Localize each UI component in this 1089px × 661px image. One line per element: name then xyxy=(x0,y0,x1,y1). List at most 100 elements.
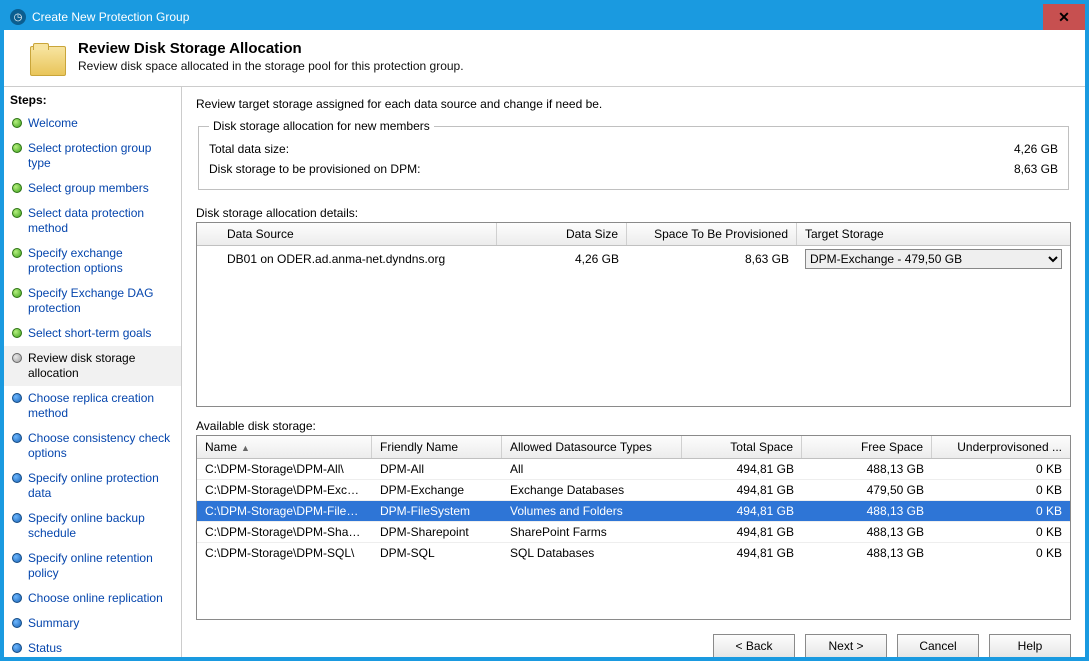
wizard-header: Review Disk Storage Allocation Review di… xyxy=(4,30,1085,87)
step-bullet-icon xyxy=(12,288,22,298)
steps-title: Steps: xyxy=(4,89,181,111)
intro-text: Review target storage assigned for each … xyxy=(196,97,1071,111)
step-item-7[interactable]: Review disk storage allocation xyxy=(4,346,181,386)
available-friendly: DPM-Sharepoint xyxy=(372,522,502,542)
close-button[interactable]: ✕ xyxy=(1043,4,1085,30)
step-label: Review disk storage allocation xyxy=(28,351,175,381)
provision-label: Disk storage to be provisioned on DPM: xyxy=(209,162,420,176)
step-bullet-icon xyxy=(12,143,22,153)
details-header-source[interactable]: Data Source xyxy=(197,223,497,245)
details-header-size[interactable]: Data Size xyxy=(497,223,627,245)
step-item-0[interactable]: Welcome xyxy=(4,111,181,136)
step-item-10[interactable]: Specify online protection data xyxy=(4,466,181,506)
available-grid: Name▲ Friendly Name Allowed Datasource T… xyxy=(196,435,1071,620)
step-bullet-icon xyxy=(12,553,22,563)
details-target-cell: DPM-Exchange - 479,50 GB xyxy=(797,246,1070,272)
available-friendly: DPM-FileSystem xyxy=(372,501,502,521)
provision-value: 8,63 GB xyxy=(978,162,1058,176)
back-button[interactable]: < Back xyxy=(713,634,795,657)
available-name: C:\DPM-Storage\DPM-All\ xyxy=(197,459,372,479)
available-header-types[interactable]: Allowed Datasource Types xyxy=(502,436,682,458)
cancel-button[interactable]: Cancel xyxy=(897,634,979,657)
step-label: Select protection group type xyxy=(28,141,175,171)
step-label: Choose online replication xyxy=(28,591,163,606)
available-free: 488,13 GB xyxy=(802,543,932,563)
page-subtitle: Review disk space allocated in the stora… xyxy=(78,59,464,73)
step-label: Specify Exchange DAG protection xyxy=(28,286,175,316)
step-label: Specify exchange protection options xyxy=(28,246,175,276)
available-friendly: DPM-All xyxy=(372,459,502,479)
available-row[interactable]: C:\DPM-Storage\DPM-SQL\DPM-SQLSQL Databa… xyxy=(197,543,1070,563)
details-grid: Data Source Data Size Space To Be Provis… xyxy=(196,222,1071,407)
available-total: 494,81 GB xyxy=(682,459,802,479)
available-name: C:\DPM-Storage\DPM-SQL\ xyxy=(197,543,372,563)
step-item-9[interactable]: Choose consistency check options xyxy=(4,426,181,466)
target-storage-select[interactable]: DPM-Exchange - 479,50 GB xyxy=(805,249,1062,269)
available-row[interactable]: C:\DPM-Storage\DPM-Sharepoi...DPM-Sharep… xyxy=(197,522,1070,543)
available-friendly: DPM-SQL xyxy=(372,543,502,563)
step-item-15[interactable]: Status xyxy=(4,636,181,657)
step-item-8[interactable]: Choose replica creation method xyxy=(4,386,181,426)
step-bullet-icon xyxy=(12,393,22,403)
window-title: Create New Protection Group xyxy=(32,10,189,24)
next-button[interactable]: Next > xyxy=(805,634,887,657)
available-types: SQL Databases xyxy=(502,543,682,563)
step-bullet-icon xyxy=(12,618,22,628)
steps-sidebar: Steps: Welcome Select protection group ty… xyxy=(4,87,182,657)
available-friendly: DPM-Exchange xyxy=(372,480,502,500)
titlebar: ◷ Create New Protection Group ✕ xyxy=(4,4,1085,30)
available-header-under[interactable]: Underprovisoned ... xyxy=(932,436,1070,458)
available-types: SharePoint Farms xyxy=(502,522,682,542)
details-header-target[interactable]: Target Storage xyxy=(797,223,1070,245)
available-name: C:\DPM-Storage\DPM-Sharepoi... xyxy=(197,522,372,542)
total-size-value: 4,26 GB xyxy=(978,142,1058,156)
step-label: Select group members xyxy=(28,181,149,196)
step-label: Specify online backup schedule xyxy=(28,511,175,541)
step-label: Summary xyxy=(28,616,79,631)
step-item-1[interactable]: Select protection group type xyxy=(4,136,181,176)
folder-icon xyxy=(30,46,66,76)
available-types: Volumes and Folders xyxy=(502,501,682,521)
available-header-friendly[interactable]: Friendly Name xyxy=(372,436,502,458)
main-panel: Review target storage assigned for each … xyxy=(182,87,1085,657)
step-bullet-icon xyxy=(12,513,22,523)
details-label: Disk storage allocation details: xyxy=(196,206,1071,220)
available-label: Available disk storage: xyxy=(196,419,1071,433)
step-label: Select data protection method xyxy=(28,206,175,236)
total-size-label: Total data size: xyxy=(209,142,289,156)
available-free: 488,13 GB xyxy=(802,522,932,542)
available-name: C:\DPM-Storage\DPM-FileSyste... xyxy=(197,501,372,521)
help-button[interactable]: Help xyxy=(989,634,1071,657)
available-row[interactable]: C:\DPM-Storage\DPM-FileSyste...DPM-FileS… xyxy=(197,501,1070,522)
step-bullet-icon xyxy=(12,183,22,193)
step-item-3[interactable]: Select data protection method xyxy=(4,201,181,241)
available-under: 0 KB xyxy=(932,480,1070,500)
details-header-prov[interactable]: Space To Be Provisioned xyxy=(627,223,797,245)
step-label: Choose consistency check options xyxy=(28,431,175,461)
available-header-name[interactable]: Name▲ xyxy=(197,436,372,458)
step-item-4[interactable]: Specify exchange protection options xyxy=(4,241,181,281)
details-row[interactable]: DB01 on ODER.ad.anma-net.dyndns.org4,26 … xyxy=(197,246,1070,272)
allocation-legend: Disk storage allocation for new members xyxy=(209,119,434,133)
step-item-6[interactable]: Select short-term goals xyxy=(4,321,181,346)
available-under: 0 KB xyxy=(932,543,1070,563)
step-bullet-icon xyxy=(12,643,22,653)
available-row[interactable]: C:\DPM-Storage\DPM-All\DPM-AllAll494,81 … xyxy=(197,459,1070,480)
step-item-2[interactable]: Select group members xyxy=(4,176,181,201)
available-under: 0 KB xyxy=(932,459,1070,479)
step-item-11[interactable]: Specify online backup schedule xyxy=(4,506,181,546)
step-bullet-icon xyxy=(12,593,22,603)
available-header-free[interactable]: Free Space xyxy=(802,436,932,458)
step-label: Specify online retention policy xyxy=(28,551,175,581)
details-size: 4,26 GB xyxy=(497,249,627,269)
step-label: Welcome xyxy=(28,116,78,131)
allocation-groupbox: Disk storage allocation for new members … xyxy=(198,119,1069,190)
step-item-12[interactable]: Specify online retention policy xyxy=(4,546,181,586)
available-under: 0 KB xyxy=(932,501,1070,521)
details-prov: 8,63 GB xyxy=(627,249,797,269)
available-header-total[interactable]: Total Space xyxy=(682,436,802,458)
step-item-5[interactable]: Specify Exchange DAG protection xyxy=(4,281,181,321)
available-row[interactable]: C:\DPM-Storage\DPM-Exchang...DPM-Exchang… xyxy=(197,480,1070,501)
step-item-13[interactable]: Choose online replication xyxy=(4,586,181,611)
step-item-14[interactable]: Summary xyxy=(4,611,181,636)
